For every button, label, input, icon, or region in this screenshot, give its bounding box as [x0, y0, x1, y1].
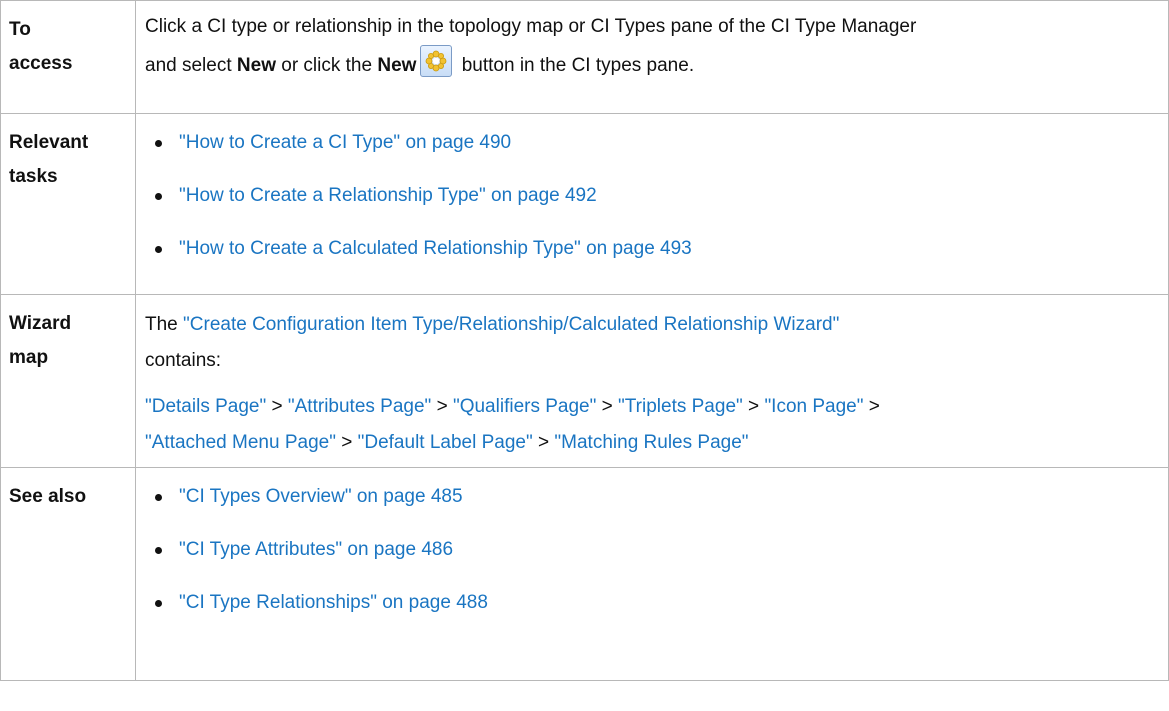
bullet-icon — [155, 140, 162, 147]
wizard-page-link[interactable]: "Attached Menu Page" — [145, 432, 336, 453]
access-description: Click a CI type or relationship in the t… — [135, 0, 1169, 114]
separator: > — [436, 396, 448, 417]
label-line: See also — [9, 486, 87, 507]
wizard-intro-text: The — [145, 314, 184, 335]
separator: > — [271, 396, 283, 417]
reference-table: To access Click a CI type or relationshi… — [0, 0, 1169, 681]
access-text-line1: Click a CI type or relationship in the t… — [145, 16, 917, 37]
separator: > — [748, 396, 760, 417]
list-item: "How to Create a Relationship Type" on p… — [145, 178, 1160, 214]
label-see-also: See also — [0, 467, 136, 681]
list-item: "How to Create a Calculated Relationship… — [145, 231, 1160, 267]
access-text: or click the — [275, 55, 378, 76]
wizard-page-link[interactable]: "Attributes Page" — [288, 396, 431, 417]
list-item: "CI Type Attributes" on page 486 — [145, 532, 1160, 568]
relevant-tasks-list: "How to Create a CI Type" on page 490 "H… — [145, 125, 1160, 267]
bullet-icon — [155, 246, 162, 253]
wizard-page-link[interactable]: "Triplets Page" — [618, 396, 743, 417]
wizard-map-cell: The "Create Configuration Item Type/Rela… — [135, 294, 1169, 468]
task-link[interactable]: "How to Create a Relationship Type" on p… — [179, 185, 597, 206]
bullet-icon — [155, 193, 162, 200]
row-see-also: See also "CI Types Overview" on page 485… — [0, 467, 1169, 681]
new-label-bold: New — [236, 55, 276, 76]
label-line: map — [9, 347, 49, 368]
list-item: "CI Type Relationships" on page 488 — [145, 585, 1160, 621]
bullet-icon — [155, 600, 162, 607]
see-also-link[interactable]: "CI Types Overview" on page 485 — [179, 486, 463, 507]
label-line: Wizard — [9, 313, 72, 334]
label-line: access — [9, 53, 73, 74]
task-link[interactable]: "How to Create a Calculated Relationship… — [179, 238, 692, 259]
list-item: "CI Types Overview" on page 485 — [145, 479, 1160, 515]
wizard-page-link[interactable]: "Icon Page" — [764, 396, 863, 417]
new-icon[interactable] — [420, 45, 453, 77]
wizard-page-sequence: "Details Page" > "Attributes Page" > "Qu… — [145, 389, 1160, 461]
separator: > — [601, 396, 613, 417]
wizard-page-link[interactable]: "Default Label Page" — [358, 432, 533, 453]
separator: > — [341, 432, 353, 453]
label-line: Relevant — [9, 132, 89, 153]
wizard-page-link[interactable]: "Details Page" — [145, 396, 266, 417]
bullet-icon — [155, 494, 162, 501]
access-text-line2: and select New or click the New button i… — [145, 45, 1160, 84]
see-also-link[interactable]: "CI Type Attributes" on page 486 — [179, 539, 453, 560]
see-also-list-cell: "CI Types Overview" on page 485 "CI Type… — [135, 467, 1169, 681]
label-line: tasks — [9, 166, 58, 187]
row-relevant-tasks: Relevant tasks "How to Create a CI Type"… — [0, 113, 1169, 295]
label-line: To — [9, 19, 31, 40]
wizard-page-link[interactable]: "Qualifiers Page" — [453, 396, 596, 417]
label-relevant-tasks: Relevant tasks — [0, 113, 136, 295]
separator: > — [538, 432, 550, 453]
new-label-bold: New — [377, 55, 417, 76]
separator: > — [868, 396, 880, 417]
label-to-access: To access — [0, 0, 136, 114]
see-also-link[interactable]: "CI Type Relationships" on page 488 — [179, 592, 488, 613]
row-to-access: To access Click a CI type or relationshi… — [0, 0, 1169, 114]
relevant-tasks-list-cell: "How to Create a CI Type" on page 490 "H… — [135, 113, 1169, 295]
label-wizard-map: Wizard map — [0, 294, 136, 468]
wizard-intro: The "Create Configuration Item Type/Rela… — [145, 307, 1160, 379]
bullet-icon — [155, 547, 162, 554]
list-item: "How to Create a CI Type" on page 490 — [145, 125, 1160, 161]
access-text: and select — [145, 55, 237, 76]
access-text: button in the CI types pane. — [456, 55, 695, 76]
wizard-page-link[interactable]: "Matching Rules Page" — [554, 432, 748, 453]
task-link[interactable]: "How to Create a CI Type" on page 490 — [179, 132, 511, 153]
wizard-intro-text: contains: — [145, 350, 222, 371]
see-also-list: "CI Types Overview" on page 485 "CI Type… — [145, 479, 1160, 621]
reference-table-page: To access Click a CI type or relationshi… — [0, 0, 1169, 711]
row-wizard-map: Wizard map The "Create Configuration Ite… — [0, 294, 1169, 468]
wizard-link[interactable]: "Create Configuration Item Type/Relation… — [183, 314, 839, 335]
